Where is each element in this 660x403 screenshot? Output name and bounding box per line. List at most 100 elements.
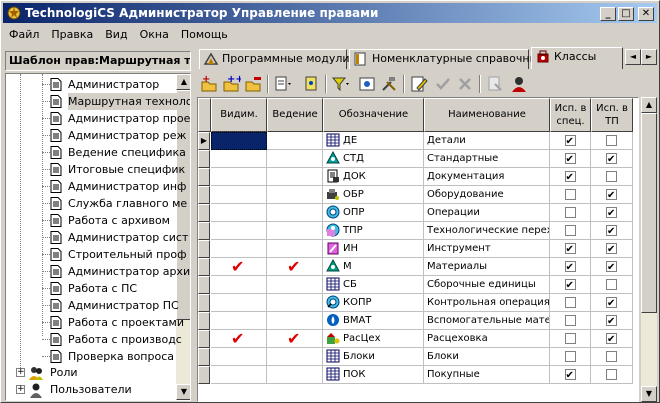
tp-cell[interactable] [591,348,633,366]
tree-item[interactable]: Работа с ПС [6,280,176,297]
tab-scroll-left[interactable]: ◄ [625,49,641,65]
name-cell[interactable]: Операции [424,204,550,222]
grid-scroll-thumb[interactable] [641,113,657,313]
visible-cell[interactable] [211,294,267,312]
code-cell[interactable]: ПОК [323,366,424,384]
tree-item[interactable]: Работа с производс [6,331,182,348]
code-cell[interactable]: ИН [323,240,424,258]
table-row[interactable]: ИН Инструмент [198,240,638,258]
row-indicator[interactable] [198,168,210,186]
name-cell[interactable]: Материалы [424,258,550,276]
visible-cell[interactable] [211,132,267,150]
filter-icon[interactable] [331,74,351,94]
name-cell[interactable]: Блоки [424,348,550,366]
code-cell[interactable]: КОПР [323,294,424,312]
row-indicator[interactable] [198,150,210,168]
tab-scroll-right[interactable]: ► [641,49,657,65]
expand-icon[interactable]: + [16,385,25,394]
tab-program-modules[interactable]: Программные модули [199,49,350,69]
spec-cell[interactable] [550,186,591,204]
tp-cell[interactable] [591,186,633,204]
tp-cell[interactable] [591,240,633,258]
tp-checkbox[interactable] [606,205,617,221]
col-code-header[interactable]: Обозначение [323,98,424,132]
row-indicator[interactable] [198,366,210,384]
tree-item[interactable]: Проверка вопроса [6,348,176,365]
col-visible-header[interactable]: Видим. [211,98,267,132]
visible-cell[interactable] [211,222,267,240]
menu-help[interactable]: Помощь [175,25,234,45]
code-cell[interactable]: ВМАТ [323,312,424,330]
spec-cell[interactable] [550,330,591,348]
name-cell[interactable]: Оборудование [424,186,550,204]
grid-scrollbar[interactable]: ▲ ▼ [641,97,657,402]
spec-cell[interactable] [550,294,591,312]
menu-edit[interactable]: Правка [45,25,99,45]
code-cell[interactable]: ОПР [323,204,424,222]
title-bar[interactable]: TechnologiCS Администратор Управление пр… [3,3,657,23]
code-cell[interactable]: Блоки [323,348,424,366]
name-cell[interactable]: Детали [424,132,550,150]
tree-item[interactable]: Работа с архивом [6,212,176,229]
tp-cell[interactable] [591,330,633,348]
tp-checkbox[interactable] [606,241,617,257]
tp-checkbox[interactable] [606,351,617,362]
row-indicator[interactable] [198,240,210,258]
spec-checkbox[interactable] [564,315,576,326]
spec-cell[interactable] [550,168,591,186]
tp-cell[interactable] [591,168,633,186]
code-cell[interactable]: М [323,258,424,276]
minimize-button[interactable]: _ [600,7,616,21]
table-row[interactable]: ▶ ДЕ Детали [198,132,638,150]
spec-checkbox[interactable] [564,207,576,218]
maintain-cell[interactable]: ✔ [267,330,323,348]
rights-tree[interactable]: ▲ ▼ Администратор Маршрутная технологи Адм… [5,73,191,401]
spec-cell[interactable] [550,204,591,222]
tree-item[interactable]: Маршрутная технологи [6,93,190,110]
properties-icon[interactable] [301,74,321,94]
user-icon[interactable] [509,74,529,94]
tp-cell[interactable] [591,204,633,222]
code-cell[interactable]: ТПР [323,222,424,240]
scroll-down-button[interactable]: ▼ [176,384,190,400]
col-spec-header[interactable]: Исп. в спец. [550,98,591,132]
tab-classes[interactable]: Классы [531,47,623,69]
tp-checkbox[interactable] [606,313,617,329]
code-cell[interactable]: СБ [323,276,424,294]
visible-cell[interactable] [211,312,267,330]
close-button[interactable]: ✕ [638,7,654,21]
tree-item[interactable]: Администратор сист [6,229,188,246]
visible-cell[interactable]: ✔ [211,330,267,348]
tp-checkbox[interactable] [606,259,617,275]
table-row[interactable]: ВМАТ Вспомогательные мате [198,312,638,330]
code-cell[interactable]: ДЕ [323,132,424,150]
name-cell[interactable]: Технологические перех [424,222,550,240]
maintain-cell[interactable] [267,366,323,384]
col-tp-header[interactable]: Исп. в ТП [591,98,633,132]
row-indicator[interactable] [198,222,210,240]
visible-cell[interactable] [211,240,267,258]
table-row[interactable]: ПОК Покупные [198,366,638,384]
table-row[interactable]: СБ Сборочные единицы [198,276,638,294]
tree-item[interactable]: Администратор [6,76,176,93]
spec-checkbox[interactable] [564,277,576,293]
maintain-cell[interactable] [267,276,323,294]
table-row[interactable]: ТПР Технологические перех [198,222,638,240]
spec-cell[interactable] [550,150,591,168]
view-icon[interactable] [357,74,377,94]
spec-checkbox[interactable] [564,189,576,200]
spec-checkbox[interactable] [564,133,576,149]
classes-grid[interactable]: Видим. Ведение Обозначение Наименование … [197,97,639,402]
visible-cell[interactable]: ✔ [211,258,267,276]
tp-checkbox[interactable] [606,151,617,167]
tp-checkbox[interactable] [606,369,617,380]
tp-cell[interactable] [591,132,633,150]
menu-windows[interactable]: Окна [134,25,175,45]
tp-cell[interactable] [591,276,633,294]
maintain-cell[interactable]: ✔ [267,258,323,276]
spec-cell[interactable] [550,348,591,366]
cancel-icon[interactable] [455,74,475,94]
spec-checkbox[interactable] [564,259,576,275]
tree-item[interactable]: Ведение специфика [6,144,186,161]
maintain-cell[interactable] [267,186,323,204]
